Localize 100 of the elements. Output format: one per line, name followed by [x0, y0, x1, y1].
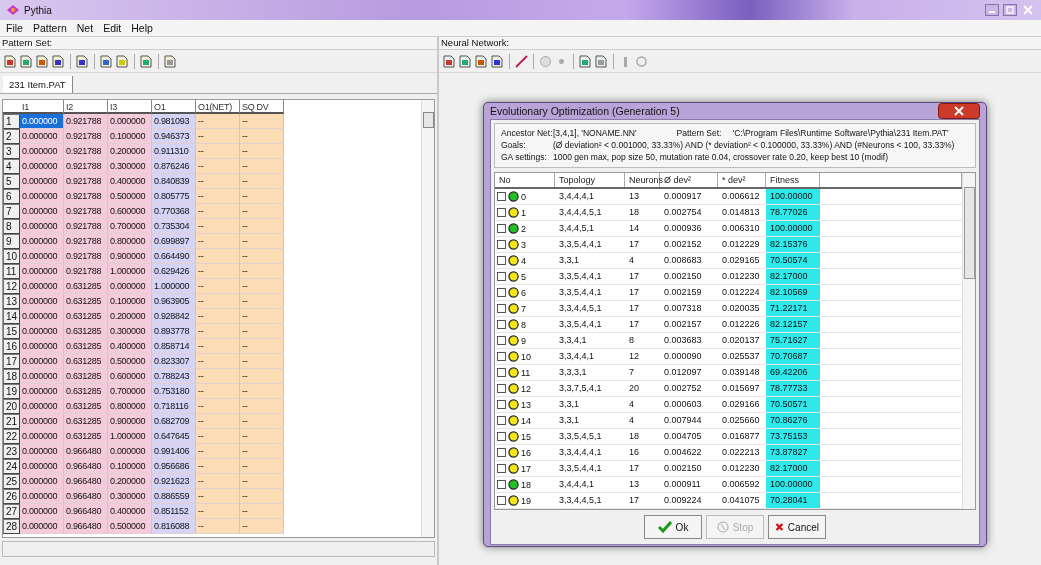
row-number[interactable]: 13: [3, 294, 20, 309]
menu-item[interactable]: Net: [76, 22, 94, 34]
row-number[interactable]: 27: [3, 504, 20, 519]
row-number[interactable]: 20: [3, 399, 20, 414]
row-number[interactable]: 12: [3, 279, 20, 294]
table-cell-text: 16: [628, 446, 640, 459]
maximize-icon[interactable]: [1003, 4, 1017, 16]
row-number[interactable]: 10: [3, 249, 20, 264]
column-header[interactable]: * dev²: [718, 173, 766, 187]
row-number[interactable]: 7: [3, 204, 20, 219]
table-cell: 0.631285: [64, 369, 108, 384]
close-button[interactable]: [938, 103, 980, 119]
row-number[interactable]: 4: [3, 159, 20, 174]
table-cell-text: 20: [628, 382, 640, 395]
row-number[interactable]: 18: [3, 369, 20, 384]
checkbox[interactable]: [497, 480, 506, 489]
table-cell: 0.921788: [64, 189, 108, 204]
checkbox[interactable]: [497, 336, 506, 345]
document-icon[interactable]: [76, 54, 89, 68]
row-number[interactable]: 24: [3, 459, 20, 474]
row-number[interactable]: 6: [3, 189, 20, 204]
menu-item[interactable]: Pattern: [32, 22, 67, 34]
document-icon[interactable]: [459, 54, 472, 68]
document-icon[interactable]: [100, 54, 113, 68]
checkbox[interactable]: [497, 464, 506, 473]
table-cell: --: [240, 384, 284, 399]
document-icon[interactable]: [36, 54, 49, 68]
column-header[interactable]: I3: [108, 100, 152, 114]
checkbox[interactable]: [497, 192, 506, 201]
table-cell-text: 0.007944: [663, 414, 703, 427]
checkbox[interactable]: [497, 416, 506, 425]
menu-item[interactable]: File: [6, 22, 23, 34]
checkbox[interactable]: [497, 304, 506, 313]
row-number[interactable]: 5: [3, 174, 20, 189]
column-header[interactable]: No: [495, 173, 555, 187]
table-cell: 75.71627: [766, 333, 820, 348]
checkbox[interactable]: [497, 208, 506, 217]
checkbox[interactable]: [497, 352, 506, 361]
line-icon[interactable]: [515, 54, 528, 68]
row-number[interactable]: 22: [3, 429, 20, 444]
column-header[interactable]: O1(NET): [196, 100, 240, 114]
document-icon[interactable]: [579, 54, 592, 68]
checkbox[interactable]: [497, 288, 506, 297]
document-icon[interactable]: [140, 54, 153, 68]
table-cell: 0.966480: [64, 444, 108, 459]
checkbox[interactable]: [497, 240, 506, 249]
row-number[interactable]: 14: [3, 309, 20, 324]
row-number[interactable]: 16: [3, 339, 20, 354]
document-icon[interactable]: [116, 54, 129, 68]
document-icon[interactable]: [443, 54, 456, 68]
checkbox[interactable]: [497, 384, 506, 393]
column-header[interactable]: I1: [20, 100, 64, 114]
checkbox[interactable]: [497, 448, 506, 457]
cancel-button[interactable]: Cancel: [768, 515, 826, 539]
checkbox[interactable]: [497, 320, 506, 329]
document-icon[interactable]: [52, 54, 65, 68]
checkbox[interactable]: [497, 272, 506, 281]
row-number[interactable]: 17: [3, 354, 20, 369]
document-icon[interactable]: [164, 54, 177, 68]
document-icon[interactable]: [595, 54, 608, 68]
column-header[interactable]: SQ DV: [240, 100, 284, 114]
table-cell: 69.42206: [766, 365, 820, 380]
column-header[interactable]: I2: [64, 100, 108, 114]
checkbox[interactable]: [497, 432, 506, 441]
document-icon[interactable]: [475, 54, 488, 68]
checkbox[interactable]: [497, 496, 506, 505]
row-number[interactable]: 23: [3, 444, 20, 459]
scroll-thumb[interactable]: [423, 112, 434, 128]
scroll-thumb[interactable]: [964, 187, 975, 279]
document-icon[interactable]: [20, 54, 33, 68]
menu-item[interactable]: Edit: [103, 22, 122, 34]
column-header[interactable]: O1: [152, 100, 196, 114]
ok-button[interactable]: Ok: [644, 515, 702, 539]
row-number[interactable]: 19: [3, 384, 20, 399]
checkbox[interactable]: [497, 256, 506, 265]
document-icon[interactable]: [4, 54, 17, 68]
row-number[interactable]: 28: [3, 519, 20, 534]
document-icon[interactable]: [491, 54, 504, 68]
row-number[interactable]: 26: [3, 489, 20, 504]
checkbox[interactable]: [497, 400, 506, 409]
row-number[interactable]: 21: [3, 414, 20, 429]
row-number[interactable]: 2: [3, 129, 20, 144]
table-cell-text: 17: [628, 494, 640, 507]
row-number[interactable]: 8: [3, 219, 20, 234]
checkbox[interactable]: [497, 224, 506, 233]
row-number[interactable]: 1: [3, 114, 20, 129]
menu-item[interactable]: Help: [131, 22, 153, 34]
column-header[interactable]: Topology: [555, 173, 625, 187]
table-cell: 0.631285: [64, 384, 108, 399]
row-number[interactable]: 3: [3, 144, 20, 159]
column-header[interactable]: Fitness: [766, 173, 820, 187]
checkbox[interactable]: [497, 368, 506, 377]
row-number[interactable]: 9: [3, 234, 20, 249]
minimize-icon[interactable]: [985, 4, 999, 16]
row-number[interactable]: 15: [3, 324, 20, 339]
row-number[interactable]: 11: [3, 264, 20, 279]
row-number[interactable]: 25: [3, 474, 20, 489]
scrollbar[interactable]: [962, 173, 975, 509]
scrollbar[interactable]: [421, 100, 434, 537]
file-tab[interactable]: 231 Item.PAT: [3, 76, 73, 93]
